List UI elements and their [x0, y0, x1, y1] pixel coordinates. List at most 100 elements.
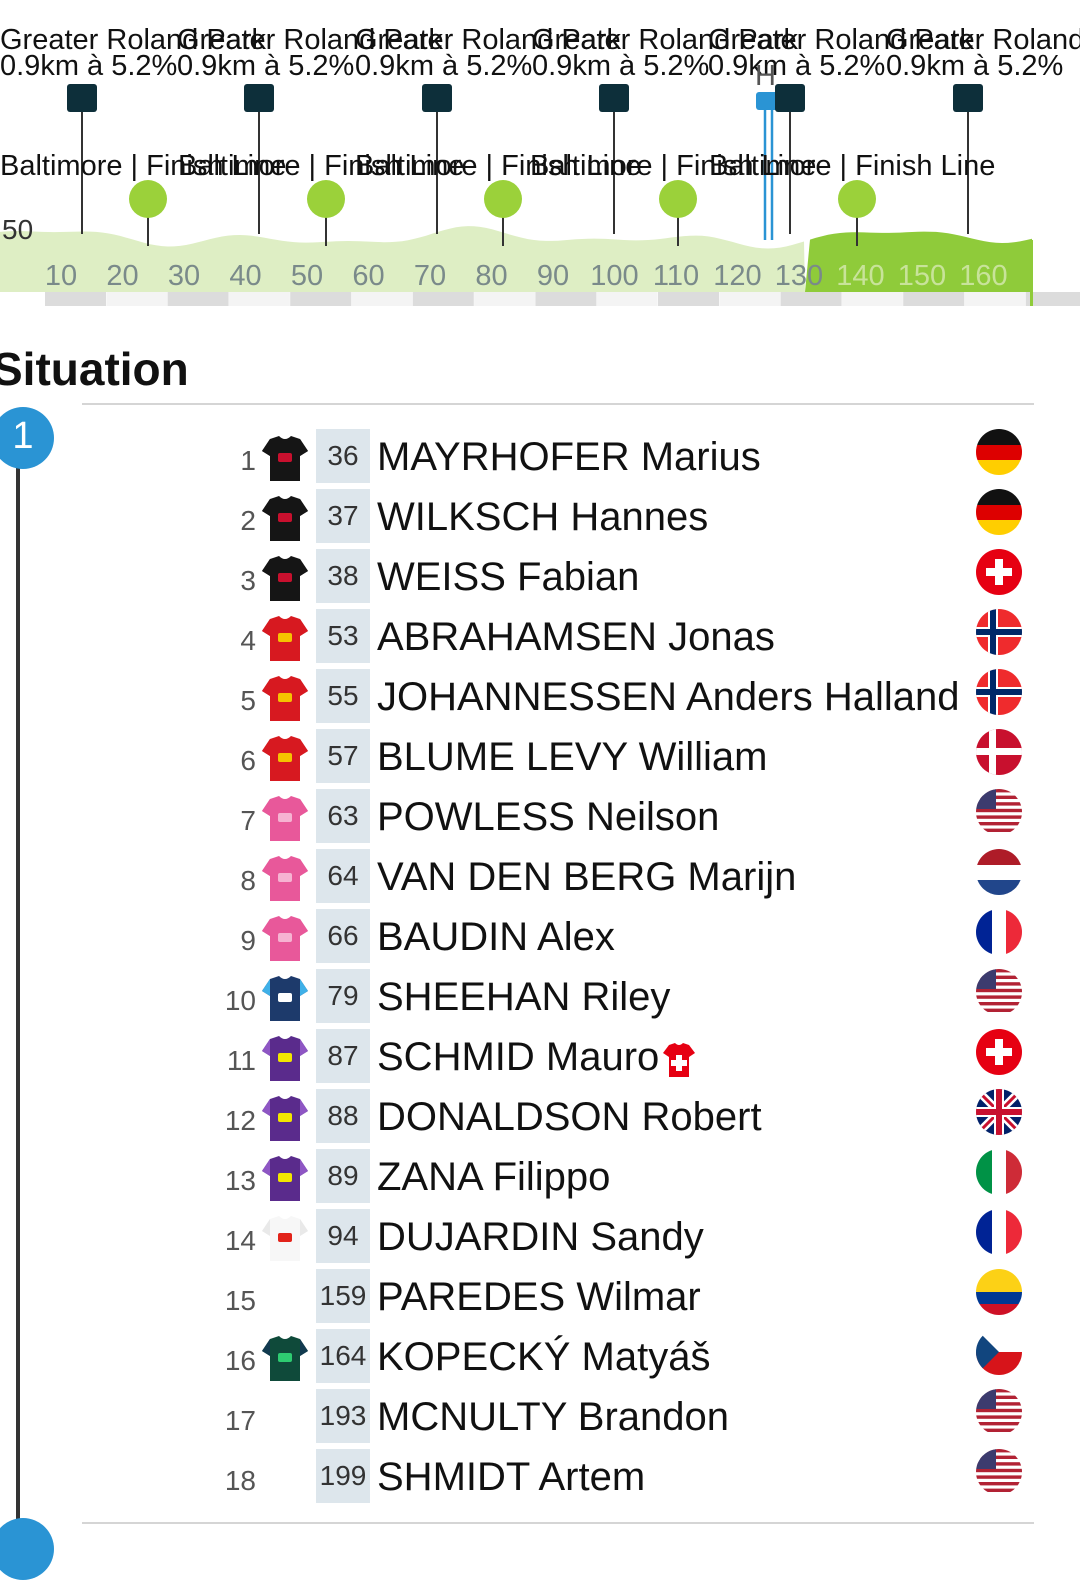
- bib-number: 164: [316, 1329, 370, 1383]
- rider-name-wrap[interactable]: MCNULTY Brandon: [377, 1395, 729, 1440]
- rider-name[interactable]: WILKSCH Hannes: [377, 495, 708, 539]
- km-band: [290, 292, 352, 306]
- bib-number: 88: [316, 1089, 370, 1143]
- rider-row[interactable]: 13 89 ZANA Filippo: [200, 1149, 1040, 1209]
- km-tick-label: 100: [590, 260, 639, 292]
- rider-name[interactable]: SHEEHAN Riley: [377, 975, 670, 1019]
- km-band: [964, 292, 1026, 306]
- climb-marker-icon[interactable]: [244, 84, 274, 112]
- rider-name-wrap[interactable]: ZANA Filippo: [377, 1155, 610, 1200]
- rider-name-wrap[interactable]: KOPECKÝ Matyáš: [377, 1335, 710, 1380]
- rider-name[interactable]: SHMIDT Artem: [377, 1455, 645, 1499]
- rider-row[interactable]: 7 63 POWLESS Neilson: [200, 789, 1040, 849]
- bib-number: 36: [316, 429, 370, 483]
- rider-name[interactable]: DUJARDIN Sandy: [377, 1215, 704, 1259]
- rider-name-wrap[interactable]: PAREDES Wilmar: [377, 1275, 701, 1320]
- rider-name[interactable]: BLUME LEVY William: [377, 735, 767, 779]
- stage-profile: Greater Roland Park 0.9km à 5.2% Greater R…: [0, 0, 1080, 310]
- rider-name-wrap[interactable]: SCHMID Mauro: [377, 1035, 696, 1080]
- rider-name[interactable]: BAUDIN Alex: [377, 915, 615, 959]
- bib-number: 199: [316, 1449, 370, 1503]
- group-badge[interactable]: 1: [0, 407, 54, 469]
- bib-number: 89: [316, 1149, 370, 1203]
- climb-marker-icon[interactable]: [775, 84, 805, 112]
- rider-name-wrap[interactable]: WILKSCH Hannes: [377, 495, 708, 540]
- rider-name[interactable]: JOHANNESSEN Anders Halland: [377, 675, 959, 719]
- rider-name-wrap[interactable]: DUJARDIN Sandy: [377, 1215, 704, 1260]
- rider-row[interactable]: 9 66 BAUDIN Alex: [200, 909, 1040, 969]
- rider-name-wrap[interactable]: SHMIDT Artem: [377, 1455, 645, 1500]
- rider-name[interactable]: MCNULTY Brandon: [377, 1395, 729, 1439]
- team-jersey-icon: [262, 435, 308, 483]
- rider-row[interactable]: 1 36 MAYRHOFER Marius: [200, 429, 1040, 489]
- flag-us-icon: [976, 1389, 1022, 1435]
- km-band: [658, 292, 719, 306]
- rider-name[interactable]: MAYRHOFER Marius: [377, 435, 761, 479]
- km-tick-label: 140: [836, 260, 885, 292]
- bib-number: 37: [316, 489, 370, 543]
- rider-rank: 15: [224, 1285, 256, 1316]
- climb-stats: 0.9km à 5.2%: [886, 50, 1064, 82]
- rider-name[interactable]: ZANA Filippo: [377, 1155, 610, 1199]
- rider-row[interactable]: 6 57 BLUME LEVY William: [200, 729, 1040, 789]
- rider-rank: 18: [224, 1465, 256, 1496]
- rider-row[interactable]: 17 193 MCNULTY Brandon: [200, 1389, 1040, 1449]
- rider-name[interactable]: KOPECKÝ Matyáš: [377, 1335, 710, 1379]
- sprint-marker-icon[interactable]: [307, 180, 345, 218]
- rider-name[interactable]: ABRAHAMSEN Jonas: [377, 615, 775, 659]
- flag-de-icon: [976, 429, 1022, 475]
- climb-marker-icon[interactable]: [953, 84, 983, 112]
- km-tick-label: 30: [167, 260, 201, 292]
- rider-name[interactable]: VAN DEN BERG Marijn: [377, 855, 796, 899]
- team-jersey-icon: [262, 1335, 308, 1383]
- km-band: [106, 292, 168, 306]
- climb-marker-icon[interactable]: [422, 84, 452, 112]
- rider-name[interactable]: WEISS Fabian: [377, 555, 639, 599]
- rider-row[interactable]: 18 199 SHMIDT Artem: [200, 1449, 1040, 1509]
- climb-marker-icon[interactable]: [67, 84, 97, 112]
- rider-rank: 8: [240, 865, 256, 896]
- rider-row[interactable]: 4 53 ABRAHAMSEN Jonas: [200, 609, 1040, 669]
- bib-number: 38: [316, 549, 370, 603]
- rider-name[interactable]: DONALDSON Robert: [377, 1095, 762, 1139]
- rider-name-wrap[interactable]: WEISS Fabian: [377, 555, 639, 600]
- rider-row[interactable]: 16 164 KOPECKÝ Matyáš: [200, 1329, 1040, 1389]
- rider-name-wrap[interactable]: DONALDSON Robert: [377, 1095, 762, 1140]
- profile-edge: [1030, 240, 1033, 306]
- team-jersey-icon: [262, 1035, 308, 1083]
- rider-name-wrap[interactable]: JOHANNESSEN Anders Halland: [377, 675, 959, 720]
- rider-name-wrap[interactable]: SHEEHAN Riley: [377, 975, 670, 1020]
- sprint-marker-icon[interactable]: [129, 180, 167, 218]
- rider-row[interactable]: 11 87 SCHMID Mauro: [200, 1029, 1040, 1089]
- sprint-marker-icon[interactable]: [659, 180, 697, 218]
- rider-name-wrap[interactable]: BAUDIN Alex: [377, 915, 615, 960]
- rider-name-wrap[interactable]: VAN DEN BERG Marijn: [377, 855, 796, 900]
- rider-row[interactable]: 5 55 JOHANNESSEN Anders Halland: [200, 669, 1040, 729]
- km-band: [351, 292, 413, 306]
- rider-name-wrap[interactable]: BLUME LEVY William: [377, 735, 767, 780]
- flag-us-icon: [976, 789, 1022, 835]
- rider-row[interactable]: 15 159 PAREDES Wilmar: [200, 1269, 1040, 1329]
- divider: [82, 403, 1034, 405]
- team-jersey-icon: [262, 1155, 308, 1203]
- rider-row[interactable]: 10 79 SHEEHAN Riley: [200, 969, 1040, 1029]
- team-jersey-icon: [262, 675, 308, 723]
- rider-name[interactable]: SCHMID Mauro: [377, 1035, 659, 1079]
- next-group-badge[interactable]: [0, 1518, 54, 1580]
- km-band: [535, 292, 597, 306]
- rider-row[interactable]: 2 37 WILKSCH Hannes: [200, 489, 1040, 549]
- rider-name[interactable]: PAREDES Wilmar: [377, 1275, 701, 1319]
- rider-name-wrap[interactable]: ABRAHAMSEN Jonas: [377, 615, 775, 660]
- sprint-marker-icon[interactable]: [484, 180, 522, 218]
- rider-row[interactable]: 14 94 DUJARDIN Sandy: [200, 1209, 1040, 1269]
- section-title: Situation: [0, 343, 189, 395]
- sprint-marker-icon[interactable]: [838, 180, 876, 218]
- rider-row[interactable]: 8 64 VAN DEN BERG Marijn: [200, 849, 1040, 909]
- rider-name-wrap[interactable]: MAYRHOFER Marius: [377, 435, 761, 480]
- rider-row[interactable]: 3 38 WEISS Fabian: [200, 549, 1040, 609]
- rider-rank: 7: [240, 805, 256, 836]
- rider-name[interactable]: POWLESS Neilson: [377, 795, 719, 839]
- rider-name-wrap[interactable]: POWLESS Neilson: [377, 795, 719, 840]
- climb-marker-icon[interactable]: [599, 84, 629, 112]
- rider-row[interactable]: 12 88 DONALDSON Robert: [200, 1089, 1040, 1149]
